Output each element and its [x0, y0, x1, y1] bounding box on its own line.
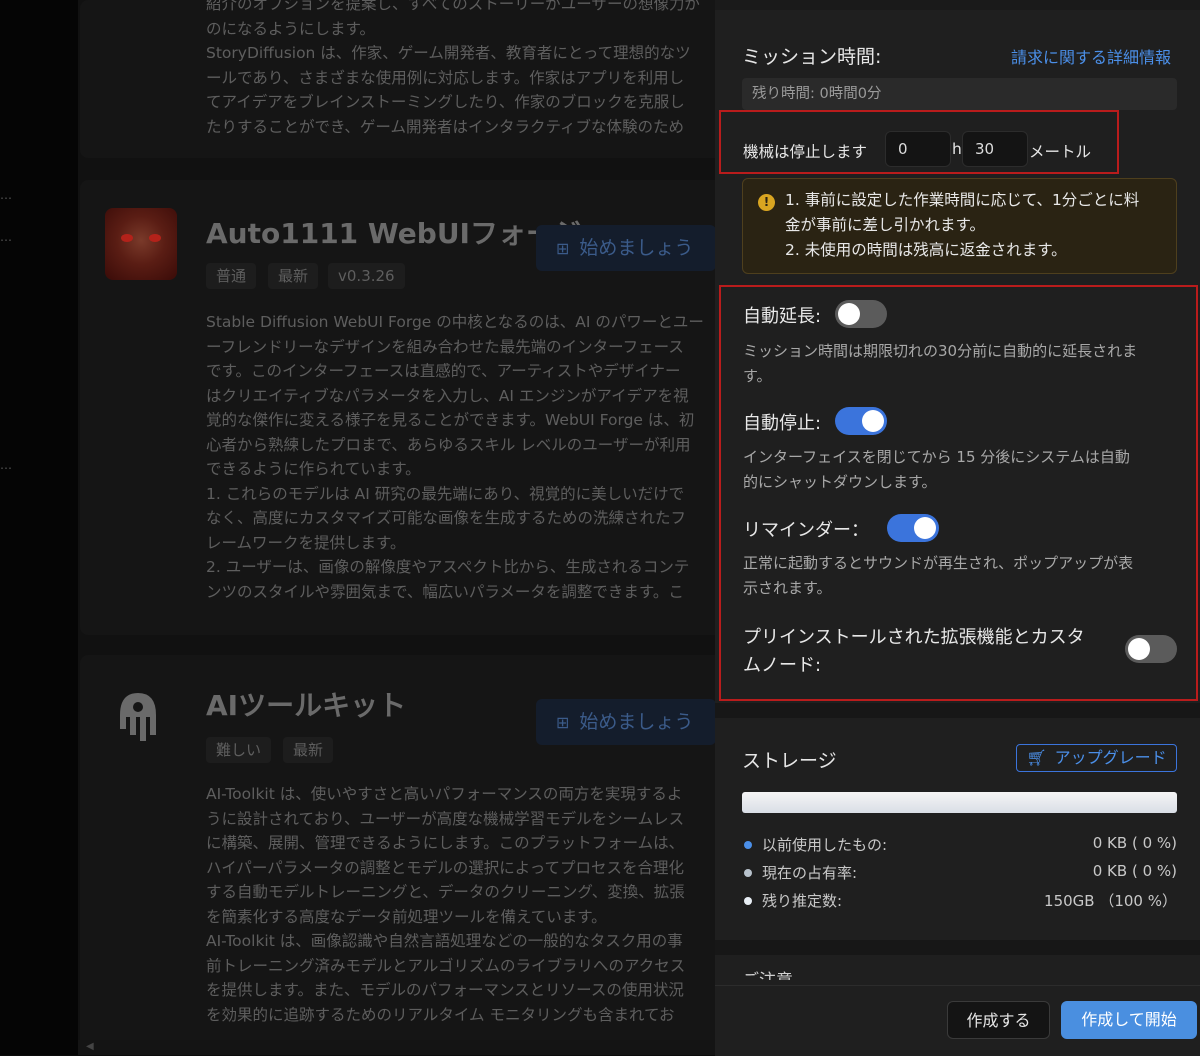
stop-time-label: 機械は停止します — [743, 143, 868, 161]
app-tag: 普通 — [206, 263, 257, 289]
storage-legend-row: 以前使用したもの: 0 KB ( 0 %) — [742, 834, 1177, 856]
horizontal-scrollbar[interactable]: ◀ — [78, 1040, 718, 1055]
storage-legend-row: 残り推定数: 150GB （100 %） — [742, 890, 1177, 912]
auto-stop-toggle[interactable] — [835, 407, 887, 435]
storage-legend-row: 現在の占有率: 0 KB ( 0 %) — [742, 862, 1177, 884]
reminder-toggle[interactable] — [887, 514, 939, 542]
mission-time-title: ミッション時間: — [742, 46, 882, 68]
auto-extend-desc: ミッション時間は期限切れの30分前に自動的に延長されま す。 — [743, 342, 1138, 385]
billing-details-link[interactable]: 請求に関する詳細情報 — [1011, 44, 1171, 68]
reminder-label: リマインダー： — [743, 520, 869, 541]
create-and-start-button[interactable]: 作成して開始 — [1061, 1001, 1197, 1039]
auto-extend-label: 自動延長: — [743, 306, 822, 327]
start-button[interactable]: ⊞ 始めましょう — [536, 225, 716, 271]
cart-icon: 🛒︎ — [1026, 748, 1047, 767]
hours-unit: h — [952, 140, 962, 158]
remaining-time: 残り時間: 0時間0分 — [742, 78, 1177, 110]
preinstalled-label-line2: ムノード: — [743, 655, 822, 676]
grid-icon: ⊞ — [556, 239, 570, 258]
start-button[interactable]: ⊞ 始めましょう — [536, 699, 716, 745]
toggle-knob — [838, 303, 860, 325]
app-card-description: 紹介のオプションを提案し、すべてのストーリーがユーザーの想像力が のになるように… — [206, 0, 700, 136]
panel-top-bar — [715, 0, 1200, 10]
ai-toolkit-logo-icon — [120, 693, 156, 741]
auto-stop-label: 自動停止: — [743, 413, 822, 434]
minutes-unit: メートル — [1029, 143, 1092, 161]
legend-dot — [744, 841, 752, 849]
storage-usage-bar — [742, 792, 1177, 813]
scroll-left-icon[interactable]: ◀ — [86, 1041, 94, 1052]
toggle-knob — [914, 517, 936, 539]
left-nav-strip — [0, 0, 78, 1055]
app-card-title: AIツールキット — [206, 689, 407, 722]
auto-stop-desc: インターフェイスを閉じてから 15 分後にシステムは自動 的にシャットダウンしま… — [743, 448, 1130, 491]
nav-dots: … — [0, 188, 12, 202]
warning-icon: ! — [758, 194, 775, 211]
minutes-input[interactable]: 30 — [962, 131, 1028, 167]
app-tag: 最新 — [268, 263, 319, 289]
toggle-knob — [862, 410, 884, 432]
app-tag: v0.3.26 — [328, 263, 405, 289]
billing-warning: ! 1. 事前に設定した作業時間に応じて、1分ごとに料 金が事前に差し引かれます… — [742, 178, 1177, 274]
reminder-desc: 正常に起動するとサウンドが再生され、ポップアップが表 示されます。 — [743, 554, 1134, 597]
legend-dot — [744, 869, 752, 877]
nav-dots: … — [0, 458, 12, 472]
notice-heading: ご注意 — [742, 966, 793, 980]
legend-dot — [744, 897, 752, 905]
preinstalled-label-line1: プリインストールされた拡張機能とカスタ — [743, 627, 1085, 648]
nav-dots: … — [0, 230, 12, 244]
hours-input[interactable]: 0 — [885, 131, 951, 167]
app-card-title: Auto1111 WebUIフォージ — [206, 217, 582, 250]
app-card-description: AI-Toolkit は、使いやすさと高いパフォーマンスの両方を実現するよ うに… — [206, 785, 686, 1024]
storage-title: ストレージ — [742, 750, 837, 772]
section-divider — [715, 940, 1200, 955]
grid-icon: ⊞ — [556, 713, 570, 732]
preinstalled-extensions-toggle[interactable] — [1125, 635, 1177, 663]
auto-extend-toggle[interactable] — [835, 300, 887, 328]
app-tag: 最新 — [283, 737, 334, 763]
app-card-description: Stable Diffusion WebUI Forge の中核となるのは、AI… — [206, 313, 704, 601]
section-divider — [715, 703, 1200, 718]
app-avatar — [105, 208, 177, 280]
app-tag: 難しい — [206, 737, 272, 763]
billing-warning-text: 1. 事前に設定した作業時間に応じて、1分ごとに料 金が事前に差し引かれます。 … — [785, 191, 1140, 259]
upgrade-button[interactable]: 🛒︎ アップグレード — [1016, 744, 1177, 772]
toggle-knob — [1128, 638, 1150, 660]
create-button[interactable]: 作成する — [947, 1001, 1050, 1039]
